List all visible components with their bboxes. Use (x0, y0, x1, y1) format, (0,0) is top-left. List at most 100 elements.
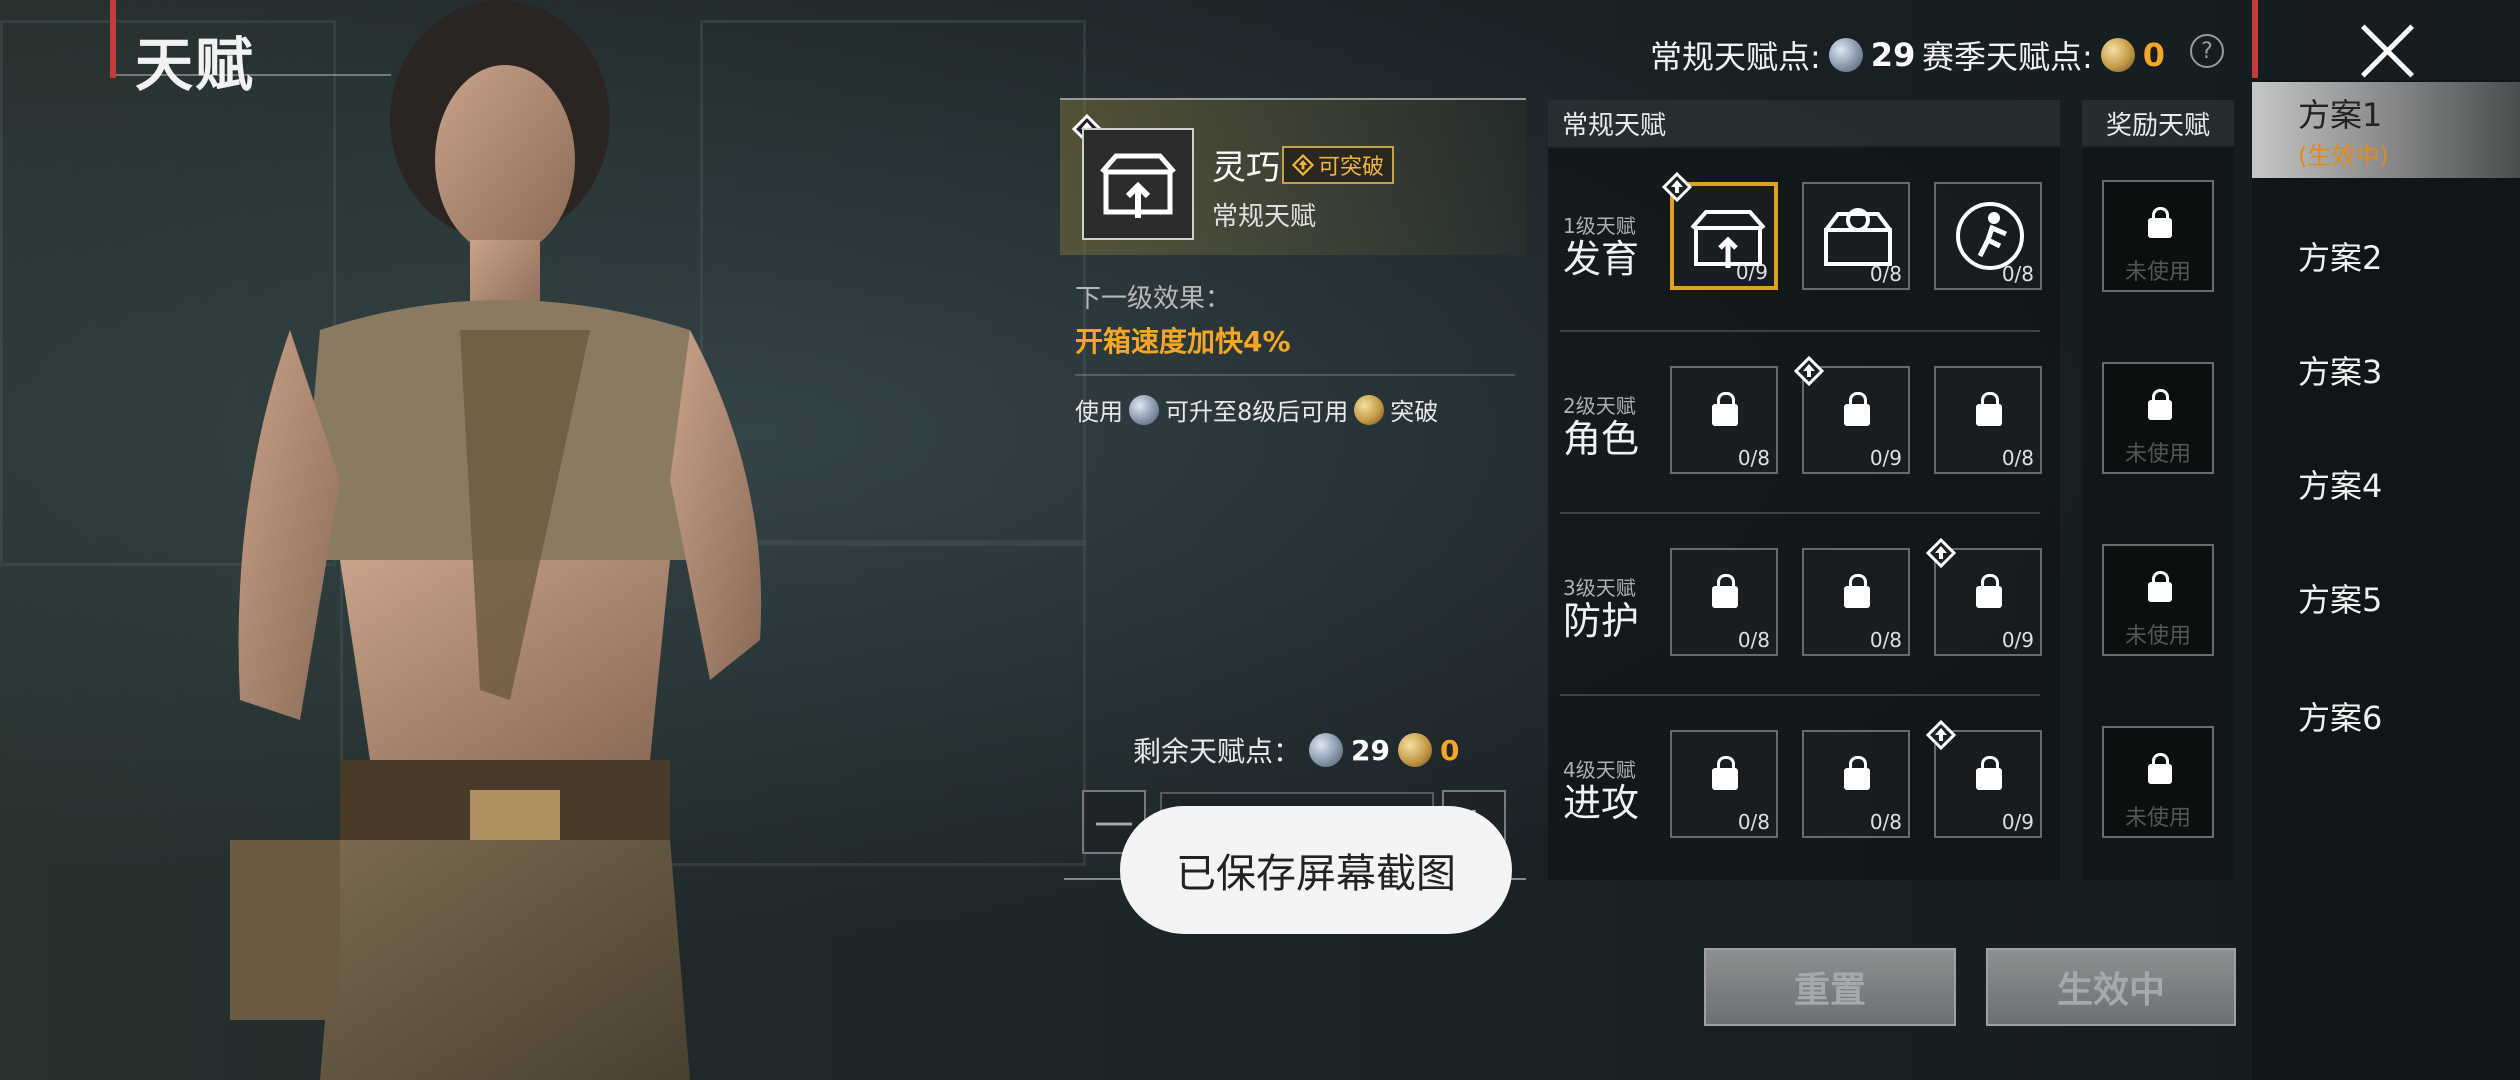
bonus-slot-status: 未使用 (2124, 806, 2191, 831)
bonus-talent-slot[interactable]: 未使用 (2102, 726, 2214, 838)
title-accent-bar (110, 0, 116, 78)
lock-icon (2148, 753, 2172, 784)
lock-icon (1712, 392, 1738, 426)
upgrade-hint: 使用 可升至8级后可用 突破 (1075, 392, 1438, 427)
character-portrait (230, 0, 762, 1080)
talent-row-level: 4级天赋 (1563, 758, 1636, 782)
regular-talent-header: 常规天赋 (1548, 100, 2060, 146)
talent-row-label-3: 3级天赋 防护 (1563, 572, 1653, 641)
page-title: 天赋 (135, 31, 256, 99)
talent-progress: 0/8 (1869, 810, 1902, 834)
breakthrough-badge: 可突破 (1282, 146, 1395, 184)
breakthrough-diamond-icon (1926, 538, 1956, 568)
talent-cell[interactable]: 0/8 (1802, 730, 1910, 838)
talent-row-label-2: 2级天赋 角色 (1563, 390, 1653, 459)
lock-icon (2148, 389, 2172, 420)
bonus-slot-status: 未使用 (2124, 624, 2191, 649)
talent-row-level: 1级天赋 (1563, 214, 1636, 238)
selected-talent-category: 常规天赋 (1212, 202, 1317, 232)
scheme-tab-2[interactable]: 方案2 (2252, 208, 2520, 304)
talent-cell[interactable]: 0/8 (1934, 182, 2042, 290)
talent-cell[interactable]: 0/8 (1802, 548, 1910, 656)
lock-icon (1844, 392, 1870, 426)
breakthrough-diamond-icon (1794, 356, 1824, 386)
scheme-tab-5[interactable]: 方案5 (2252, 550, 2520, 646)
season-points: 赛季天赋点: 0 (1922, 32, 2165, 78)
lock-icon (2148, 207, 2172, 238)
row-divider (1560, 330, 2040, 332)
talent-progress: 0/8 (2001, 262, 2034, 286)
lock-icon (1976, 756, 2002, 790)
upgrade-hint-prefix: 使用 (1075, 398, 1123, 426)
remaining-points-label: 剩余天赋点： (1133, 735, 1302, 768)
lock-icon (1976, 392, 2002, 426)
scheme-tab-label: 方案2 (2298, 239, 2383, 277)
talent-progress: 0/9 (1735, 260, 1768, 284)
talent-cell[interactable]: 0/8 (1670, 548, 1778, 656)
breakthrough-diamond-icon (1662, 172, 1692, 202)
screenshot-saved-toast: 已保存屏幕截图 (1120, 806, 1512, 934)
bonus-talent-header: 奖励天赋 (2082, 100, 2234, 146)
talent-cell[interactable]: 0/8 (1934, 366, 2042, 474)
scheme-tab-1[interactable]: 方案1 (生效中) (2252, 82, 2520, 178)
sidebar-accent-bar (2252, 0, 2258, 78)
help-icon[interactable]: ? (2190, 34, 2224, 68)
crate-icon (1100, 153, 1176, 218)
scheme-tab-4[interactable]: 方案4 (2252, 436, 2520, 532)
talent-progress: 0/9 (2001, 628, 2034, 652)
talent-row-name: 角色 (1563, 417, 1640, 461)
apply-button[interactable]: 生效中 (1986, 948, 2236, 1026)
talent-progress: 0/8 (1737, 446, 1770, 470)
bonus-slot-status: 未使用 (2124, 442, 2191, 467)
scheme-tab-6[interactable]: 方案6 (2252, 668, 2520, 764)
remaining-points: 剩余天赋点： 29 0 (1133, 730, 1459, 770)
next-level-effect: 开箱速度加快4% (1075, 325, 1291, 358)
season-point-coin-icon (1354, 394, 1385, 425)
bonus-slot-status: 未使用 (2124, 260, 2191, 285)
row-divider (1560, 512, 2040, 514)
talent-row-name: 防护 (1563, 599, 1640, 643)
talent-progress: 0/8 (1869, 262, 1902, 286)
bonus-talent-slot[interactable]: 未使用 (2102, 544, 2214, 656)
bonus-talent-slot[interactable]: 未使用 (2102, 362, 2214, 474)
breakthrough-diamond-icon (1926, 720, 1956, 750)
row-divider (1560, 694, 2040, 696)
talent-progress: 0/8 (2001, 446, 2034, 470)
close-icon[interactable] (2352, 16, 2422, 86)
lock-icon (1712, 756, 1738, 790)
season-point-coin-icon (1397, 733, 1432, 767)
regular-points: 常规天赋点: 29 (1650, 32, 1915, 78)
upgrade-hint-suffix: 突破 (1390, 398, 1439, 426)
regular-points-value: 29 (1870, 36, 1916, 74)
upgrade-hint-middle: 可升至8级后可用 (1165, 398, 1349, 426)
talent-row-name: 进攻 (1563, 781, 1640, 825)
regular-point-coin-icon (1828, 38, 1863, 72)
talent-row-level: 2级天赋 (1563, 394, 1636, 418)
talent-row-level: 3级天赋 (1563, 576, 1636, 600)
scheme-tab-label: 方案6 (2298, 699, 2383, 737)
talent-row-name: 发育 (1563, 237, 1640, 281)
talent-cell[interactable]: 0/8 (1670, 366, 1778, 474)
talent-cell[interactable]: 0/8 (1670, 730, 1778, 838)
breakthrough-badge-label: 可突破 (1318, 155, 1385, 180)
bonus-talent-slot[interactable]: 未使用 (2102, 180, 2214, 292)
selected-talent-icon (1082, 128, 1194, 240)
season-points-label: 赛季天赋点: (1922, 38, 2093, 76)
remaining-regular-value: 29 (1351, 733, 1390, 767)
reset-button[interactable]: 重置 (1704, 948, 1956, 1026)
breakthrough-icon (1292, 154, 1314, 176)
lock-icon (1844, 574, 1870, 608)
talent-progress: 0/8 (1737, 628, 1770, 652)
lock-icon (1844, 756, 1870, 790)
lock-icon (2148, 571, 2172, 602)
next-level-label: 下一级效果： (1075, 284, 1232, 314)
scheme-tab-3[interactable]: 方案3 (2252, 322, 2520, 418)
talent-cell[interactable]: 0/8 (1802, 182, 1910, 290)
lock-icon (1976, 574, 2002, 608)
regular-point-coin-icon (1129, 394, 1159, 425)
detail-divider (1075, 374, 1515, 376)
talent-progress: 0/8 (1737, 810, 1770, 834)
talent-row-label-1: 1级天赋 发育 (1563, 210, 1653, 279)
talent-row-label-4: 4级天赋 进攻 (1563, 754, 1653, 823)
selected-talent-name: 灵巧 (1212, 148, 1280, 188)
